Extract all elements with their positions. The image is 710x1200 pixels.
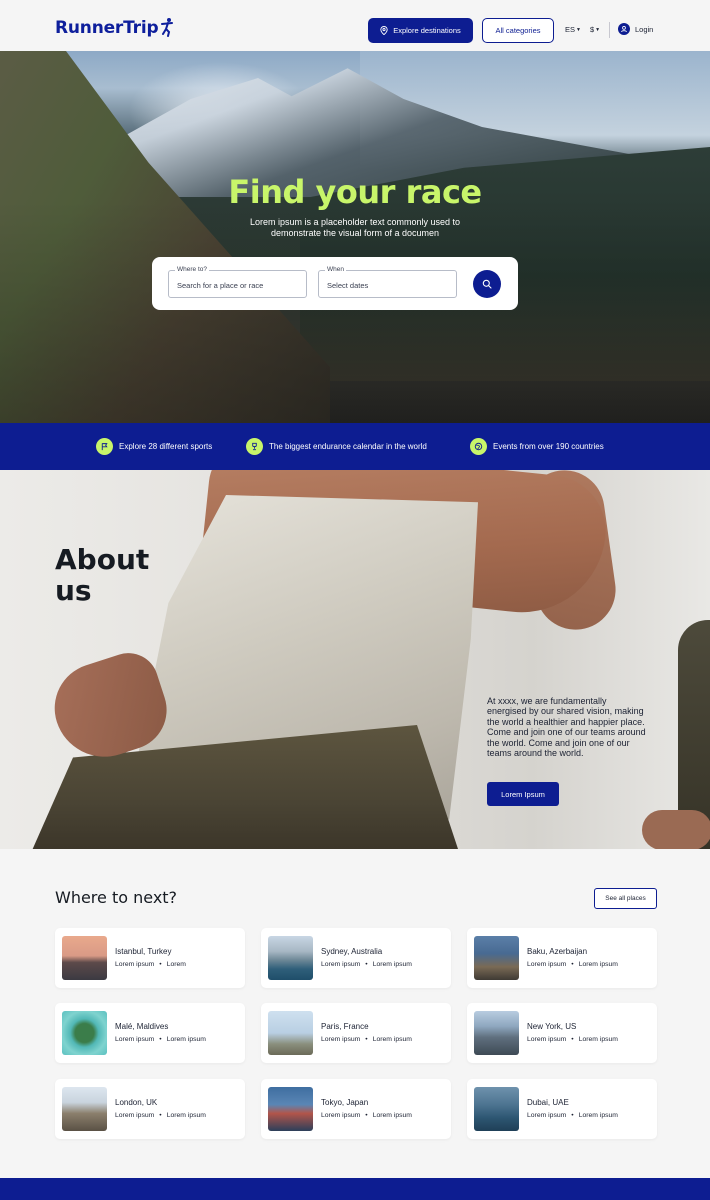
destination-card[interactable]: Baku, Azerbaijan Lorem ipsum • Lorem ipsum xyxy=(467,928,657,988)
destination-card[interactable]: London, UK Lorem ipsum • Lorem ipsum xyxy=(55,1079,245,1139)
language-value: ES xyxy=(565,25,576,34)
destination-photo xyxy=(62,936,107,980)
destination-name: London, UK xyxy=(115,1098,158,1107)
when-placeholder: Select dates xyxy=(327,281,369,290)
currency-value: $ xyxy=(590,25,595,34)
when-label: When xyxy=(325,266,346,273)
explore-destinations-button[interactable]: Explore destinations xyxy=(368,18,473,43)
destination-meta: Lorem ipsum • Lorem ipsum xyxy=(321,1112,412,1119)
chevron-down-icon: ▼ xyxy=(576,26,581,33)
destination-name: Istanbul, Turkey xyxy=(115,947,172,956)
destination-photo xyxy=(62,1011,107,1055)
search-button[interactable] xyxy=(473,270,501,298)
destination-photo xyxy=(62,1087,107,1131)
when-field[interactable]: When Select dates xyxy=(318,266,457,298)
logo[interactable]: RunnerTrip xyxy=(55,18,174,38)
destination-meta: Lorem ipsum • Lorem ipsum xyxy=(321,1036,412,1043)
destination-name: Baku, Azerbaijan xyxy=(527,947,588,956)
feature-item: Explore 28 different sports xyxy=(96,438,212,455)
hero-section: Find your race Lorem ipsum is a placehol… xyxy=(0,51,710,423)
about-photo-hand xyxy=(642,810,710,849)
where-field[interactable]: Where to? Search for a place or race xyxy=(168,266,307,298)
login-button[interactable]: Login xyxy=(618,23,653,35)
all-categories-label: All categories xyxy=(495,26,541,35)
destination-meta: Lorem ipsum • Lorem ipsum xyxy=(527,1112,618,1119)
feature-label: The biggest endurance calendar in the wo… xyxy=(269,442,427,451)
feature-item: Events from over 190 countries xyxy=(470,438,604,455)
hero-title: Find your race xyxy=(228,173,482,211)
all-categories-button[interactable]: All categories xyxy=(482,18,554,43)
about-title: About us xyxy=(55,544,149,606)
destination-photo xyxy=(474,1087,519,1131)
destination-card[interactable]: Tokyo, Japan Lorem ipsum • Lorem ipsum xyxy=(261,1079,451,1139)
destination-meta: Lorem ipsum • Lorem xyxy=(115,961,186,968)
globe-icon xyxy=(470,438,487,455)
destination-photo xyxy=(268,936,313,980)
explore-destinations-label: Explore destinations xyxy=(393,26,461,35)
destination-name: New York, US xyxy=(527,1022,577,1031)
feature-item: The biggest endurance calendar in the wo… xyxy=(246,438,427,455)
destination-name: Paris, France xyxy=(321,1022,369,1031)
feature-label: Explore 28 different sports xyxy=(119,442,213,451)
logo-text: RunnerTrip xyxy=(55,18,159,38)
destination-meta: Lorem ipsum • Lorem ipsum xyxy=(527,1036,618,1043)
destination-name: Malé, Maldives xyxy=(115,1022,169,1031)
destination-photo xyxy=(474,1011,519,1055)
top-navigation: RunnerTrip Explore destinations All cate… xyxy=(0,0,710,51)
feature-label: Events from over 190 countries xyxy=(493,442,604,451)
section-title: Where to next? xyxy=(55,888,178,907)
see-all-label: See all places xyxy=(605,895,646,902)
destination-name: Dubai, UAE xyxy=(527,1098,569,1107)
where-placeholder: Search for a place or race xyxy=(177,281,264,290)
destination-card[interactable]: Malé, Maldives Lorem ipsum • Lorem ipsum xyxy=(55,1003,245,1063)
search-card: Where to? Search for a place or race Whe… xyxy=(152,257,518,310)
destination-photo xyxy=(268,1087,313,1131)
about-title-line: About xyxy=(55,543,150,576)
chevron-down-icon: ▼ xyxy=(595,26,601,33)
see-all-places-button[interactable]: See all places xyxy=(594,888,657,909)
destination-photo xyxy=(474,936,519,980)
destination-card[interactable]: New York, US Lorem ipsum • Lorem ipsum xyxy=(467,1003,657,1063)
about-cta-button[interactable]: Lorem Ipsum xyxy=(487,782,559,806)
location-pin-icon xyxy=(380,26,388,35)
about-text: At xxxx, we are fundamentally energised … xyxy=(487,696,646,759)
destination-name: Sydney, Australia xyxy=(321,947,383,956)
destination-card[interactable]: Sydney, Australia Lorem ipsum • Lorem ipsu… xyxy=(261,928,451,988)
destination-meta: Lorem ipsum • Lorem ipsum xyxy=(115,1036,206,1043)
features-band: Explore 28 different sports The biggest … xyxy=(0,423,710,470)
flag-icon xyxy=(96,438,113,455)
currency-selector[interactable]: $ ▼ xyxy=(590,25,600,34)
login-label: Login xyxy=(635,24,654,34)
destination-photo xyxy=(268,1011,313,1055)
destination-card[interactable]: Paris, France Lorem ipsum • Lorem ipsum xyxy=(261,1003,451,1063)
destination-meta: Lorem ipsum • Lorem ipsum xyxy=(321,961,412,968)
about-title-line: us xyxy=(55,574,92,607)
language-selector[interactable]: ES ▼ xyxy=(565,25,581,34)
header-divider xyxy=(609,22,610,38)
destination-name: Tokyo, Japan xyxy=(321,1098,369,1107)
user-icon xyxy=(618,23,630,35)
destination-card[interactable]: Istanbul, Turkey Lorem ipsum • Lorem xyxy=(55,928,245,988)
destination-meta: Lorem ipsum • Lorem ipsum xyxy=(115,1112,206,1119)
about-section: About us At xxxx, we are fundamentally e… xyxy=(0,470,710,849)
destination-card[interactable]: Dubai, UAE Lorem ipsum • Lorem ipsum xyxy=(467,1079,657,1139)
about-cta-label: Lorem Ipsum xyxy=(501,789,545,799)
footer-band xyxy=(0,1178,710,1200)
trophy-icon xyxy=(246,438,263,455)
search-icon xyxy=(482,279,492,289)
runner-icon xyxy=(161,18,174,37)
hero-subtitle: Lorem ipsum is a placeholder text common… xyxy=(249,217,461,238)
where-label: Where to? xyxy=(175,266,209,273)
destination-meta: Lorem ipsum • Lorem ipsum xyxy=(527,961,618,968)
